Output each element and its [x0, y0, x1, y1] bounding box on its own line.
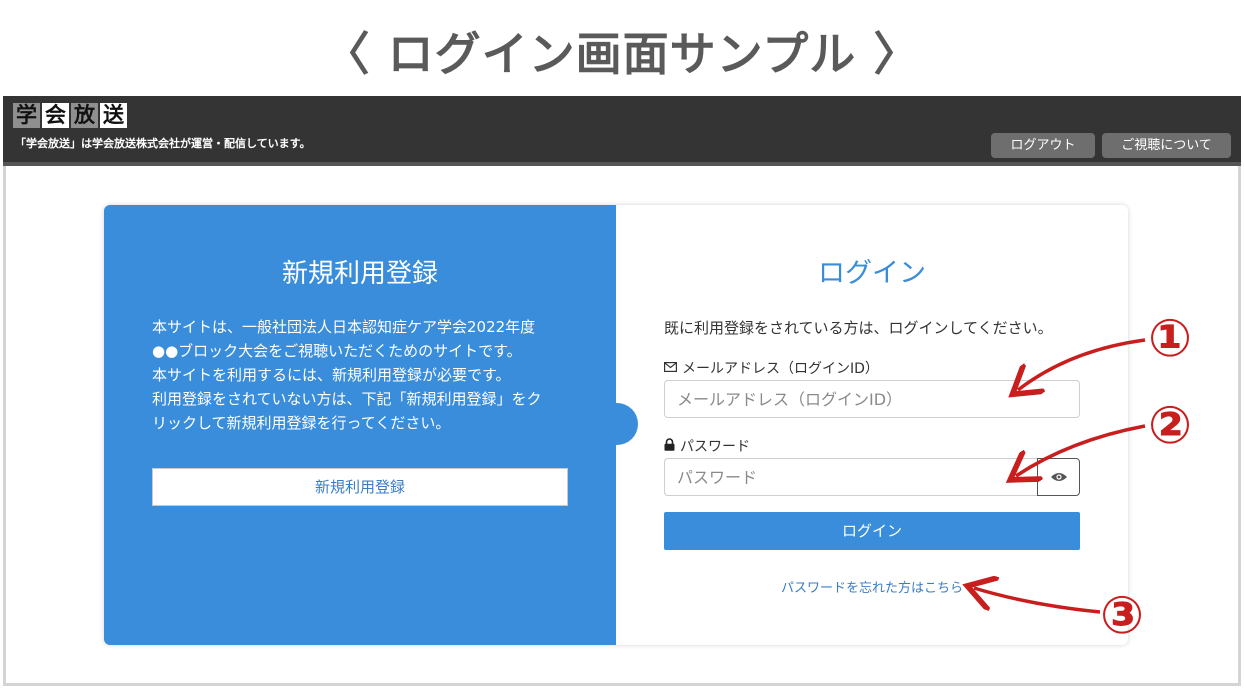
email-label-text: メールアドレス（ログインID） [682, 361, 879, 377]
logout-button[interactable]: ログアウト [991, 133, 1095, 158]
email-field[interactable] [664, 380, 1080, 418]
logo-char: 会 [42, 103, 69, 128]
login-button[interactable]: ログイン [664, 512, 1080, 550]
annotation-marker-1: ① [1148, 309, 1193, 369]
show-password-button[interactable] [1037, 458, 1080, 496]
about-viewing-button[interactable]: ご視聴について [1102, 133, 1231, 158]
annotation-marker-2: ② [1148, 396, 1193, 456]
auth-card: 新規利用登録 本サイトは、一般社団法人日本認知症ケア学会2022年度 ●●ブロッ… [104, 205, 1128, 645]
login-panel: ログイン 既に利用登録をされている方は、ログインしてください。 メールアドレス（… [616, 205, 1128, 645]
logo-char: 放 [71, 103, 98, 128]
logo-char: 送 [100, 103, 127, 128]
register-button[interactable]: 新規利用登録 [152, 468, 568, 506]
email-label: メールアドレス（ログインID） [664, 358, 879, 378]
register-description-line: リックして新規利用登録を行ってください。 [152, 414, 451, 432]
password-label: パスワード [664, 436, 750, 456]
register-description-line: 本サイトを利用するには、新規利用登録が必要です。 [152, 366, 511, 384]
register-title: 新規利用登録 [281, 259, 438, 289]
register-description-line: ●●ブロック大会をご視聴いただくためのサイトです。 [152, 342, 522, 360]
envelope-icon [664, 360, 678, 376]
register-panel: 新規利用登録 本サイトは、一般社団法人日本認知症ケア学会2022年度 ●●ブロッ… [104, 205, 616, 645]
lock-icon [664, 437, 675, 455]
site-header: 学 会 放 送 「学会放送」は学会放送株式会社が運営・配信しています。 ログアウ… [3, 96, 1241, 166]
login-title: ログイン [818, 258, 926, 289]
site-logo[interactable]: 学 会 放 送 [13, 103, 127, 128]
password-label-text: パスワード [680, 439, 750, 455]
register-description-line: 本サイトは、一般社団法人日本認知症ケア学会2022年度 [152, 318, 536, 336]
register-description: 本サイトは、一般社団法人日本認知症ケア学会2022年度 ●●ブロック大会をご視聴… [152, 315, 584, 435]
header-tagline: 「学会放送」は学会放送株式会社が運営・配信しています。 [15, 137, 311, 150]
register-description-line: 利用登録をされていない方は、下記「新規利用登録」をク [152, 390, 542, 408]
logo-char: 学 [13, 103, 40, 128]
password-field[interactable] [664, 458, 1038, 496]
annotation-marker-3: ③ [1100, 586, 1145, 646]
page-heading: 〈 ログイン画面サンプル 〉 [323, 27, 921, 81]
login-description: 既に利用登録をされている方は、ログインしてください。 [664, 319, 1053, 337]
eye-icon [1050, 468, 1068, 487]
forgot-password-link[interactable]: パスワードを忘れた方はこちら [616, 577, 1128, 596]
